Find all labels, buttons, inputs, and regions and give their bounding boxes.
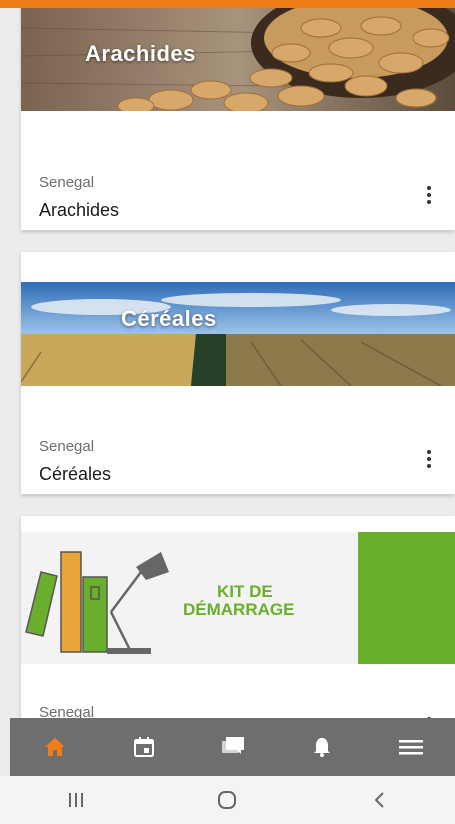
cereales-banner-image: Céréales [21, 282, 455, 386]
kit-banner-image: KIT DE DÉMARRAGE [21, 532, 455, 664]
card-meta: Senegal Céréales [39, 438, 111, 485]
dot [427, 450, 431, 454]
category-card-arachides[interactable]: Arachides Senegal Arachides [21, 8, 455, 230]
home-icon [44, 738, 65, 756]
chat-icon [221, 737, 244, 754]
kit-banner-line2: DÉMARRAGE [183, 600, 295, 619]
category-feed[interactable]: Arachides Senegal Arachides Céréales Sen… [0, 8, 455, 718]
nav-notifications[interactable] [292, 718, 352, 776]
hamburger-menu-icon [398, 740, 423, 755]
dot [427, 457, 431, 461]
back-button[interactable] [349, 780, 409, 820]
arachides-banner-title: Arachides [85, 41, 196, 66]
nav-calendar[interactable] [114, 718, 174, 776]
dot [427, 193, 431, 197]
back-icon [374, 792, 384, 808]
kit-banner-line1: KIT DE [217, 582, 273, 601]
nav-home[interactable] [25, 718, 85, 776]
card-meta: Senegal [39, 704, 94, 718]
country-label: Senegal [39, 438, 95, 455]
product-name: Céréales [39, 464, 112, 484]
recent-apps-icon [68, 793, 83, 807]
category-card-cereales[interactable]: Céréales Senegal Céréales [21, 252, 455, 494]
arachides-banner-image: Arachides [21, 8, 455, 111]
bottom-navigation-bar [10, 718, 455, 776]
home-button[interactable] [197, 780, 257, 820]
cereales-banner-title: Céréales [121, 306, 217, 331]
calendar-icon [133, 737, 154, 757]
nav-menu[interactable] [381, 718, 441, 776]
top-accent-bar [0, 0, 455, 8]
card-options-button[interactable] [417, 181, 441, 209]
bell-icon [313, 738, 330, 757]
product-name: Arachides [39, 200, 120, 220]
dot [427, 200, 431, 204]
country-label: Senegal [39, 704, 95, 718]
nav-messages[interactable] [203, 718, 263, 776]
card-options-button[interactable] [417, 445, 441, 473]
category-card-kit-demarrage[interactable]: KIT DE DÉMARRAGE Senegal [21, 516, 455, 718]
recent-apps-button[interactable] [46, 780, 106, 820]
country-label: Senegal [39, 174, 95, 191]
dot [427, 464, 431, 468]
dot [427, 186, 431, 190]
card-meta: Senegal Arachides [39, 174, 119, 221]
system-navigation-bar [0, 776, 455, 824]
home-circle-icon [218, 791, 237, 809]
